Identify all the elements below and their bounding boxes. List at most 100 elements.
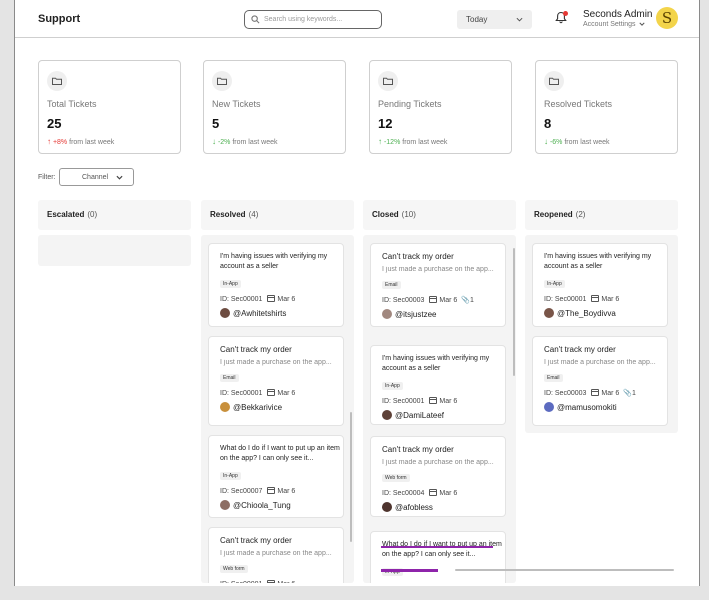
notification-dot [563,11,568,16]
ticket-card[interactable]: Can't track my order I just made a purcha… [370,243,506,327]
stat-value: 25 [47,116,62,131]
calendar-icon [267,487,276,494]
user-handle: @mamusomokiti [557,403,617,412]
filter-label: Filter: [38,174,56,181]
user-avatar [382,410,392,420]
column-header-reopened: Reopened (2) [525,200,678,230]
selection-highlight [381,569,438,572]
stat-change-suffix: from last week [232,139,278,146]
ticket-card[interactable]: I'm having issues with verifying my acco… [532,243,668,327]
channel-tag: In-App [544,280,565,288]
stat-card[interactable]: Resolved Tickets 8 ↓ -6% from last week [535,60,678,154]
column-title: Closed [372,210,399,219]
board-horizontal-scrollbar[interactable] [455,569,674,571]
stat-change: ↓ -6% from last week [544,137,609,146]
ticket-meta: ID: Sec00001 Mar 6 [382,397,505,405]
column-body-reopened: I'm having issues with verifying my acco… [525,235,678,433]
ticket-user: @mamusomokiti [544,402,667,412]
user-handle: @Chioola_Tung [233,501,291,510]
calendar-icon [267,580,276,583]
ticket-meta: ID: Sec00003 Mar 6 📎1 [544,389,667,397]
ticket-title: Can't track my order [382,252,454,261]
trend-arrow-icon: ↓ [544,137,548,146]
stat-value: 5 [212,116,220,131]
stat-card[interactable]: Total Tickets 25 ↑ +8% from last week [38,60,181,154]
support-app: Support Search using keywords... Today S… [14,0,700,586]
ticket-title: Can't track my order [544,345,616,354]
chevron-down-icon [638,22,645,26]
ticket-title: I'm having issues with verifying my acco… [220,253,328,270]
ticket-user: @Chioola_Tung [220,500,343,510]
selection-highlight [381,546,493,548]
closed-scrollbar[interactable] [513,248,515,376]
channel-tag: In-App [382,382,403,390]
ticket-date: Mar 6 [277,488,296,495]
column-header-resolved: Resolved (4) [201,200,354,230]
ticket-card[interactable]: I'm having issues with verifying my acco… [208,243,344,327]
column-title: Reopened [534,210,573,219]
ticket-meta: ID: Sec00001 Mar 6 [220,580,343,583]
channel-filter-label: Channel [82,174,109,181]
channel-tag: Email [382,281,401,289]
user-handle: @Bekkarivice [233,403,283,412]
ticket-meta: ID: Sec00001 Mar 6 [220,389,343,397]
stat-value: 8 [544,116,552,131]
calendar-icon [267,389,276,396]
ticket-date: Mar 6 [439,398,458,405]
notification-bell-icon[interactable] [555,11,568,29]
user-avatar [220,500,230,510]
account-settings-link[interactable]: Account Settings [583,21,645,28]
ticket-preview: I just made a purchase on the app... [220,359,332,366]
avatar[interactable]: S [656,7,678,29]
ticket-card[interactable]: What do I do if I want to put up an item… [208,435,344,518]
channel-tag: In-App [220,472,241,480]
ticket-title: What do I do if I want to put up an item… [382,541,502,558]
stat-change-suffix: from last week [69,139,115,146]
column-count: (0) [87,210,98,219]
calendar-icon [429,397,438,404]
ticket-preview: I just made a purchase on the app... [544,359,656,366]
ticket-card[interactable]: Can't track my order I just made a purcha… [370,436,506,517]
stat-card[interactable]: New Tickets 5 ↓ -2% from last week [203,60,346,154]
ticket-id: ID: Sec00001 [382,398,425,405]
folder-icon [212,71,232,91]
ticket-meta: ID: Sec00001 Mar 6 [220,295,343,303]
user-avatar [544,402,554,412]
channel-tag: Web form [382,474,410,482]
stat-change: ↓ -2% from last week [212,137,277,146]
ticket-user: @afobless [382,502,505,512]
top-header: Support Search using keywords... Today S… [15,0,699,38]
user-avatar [220,402,230,412]
ticket-card[interactable]: Can't track my order I just made a purcha… [208,527,344,583]
trend-arrow-icon: ↑ [47,137,51,146]
search-input[interactable]: Search using keywords... [244,10,382,29]
ticket-card[interactable]: I'm having issues with verifying my acco… [370,345,506,425]
ticket-card[interactable]: Can't track my order I just made a purcha… [532,336,668,426]
ticket-id: ID: Sec00001 [220,390,263,397]
folder-icon [47,71,67,91]
user-avatar [382,309,392,319]
paperclip-icon: 📎 [623,390,632,397]
stat-card[interactable]: Pending Tickets 12 ↑ -12% from last week [369,60,512,154]
ticket-meta: ID: Sec00003 Mar 6 📎1 [382,296,505,304]
ticket-card[interactable]: Can't track my order I just made a purcha… [208,336,344,426]
calendar-icon [429,489,438,496]
ticket-card[interactable]: What do I do if I want to put up an item… [370,531,506,583]
ticket-date: Mar 6 [601,390,620,397]
resolved-scrollbar[interactable] [350,412,352,542]
ticket-date: Mar 6 [439,297,458,304]
ticket-user: @itsjustzee [382,309,505,319]
ticket-meta: ID: Sec00001 Mar 6 [544,295,667,303]
ticket-id: ID: Sec00001 [220,581,262,583]
column-count: (2) [575,210,586,219]
date-filter-dropdown[interactable]: Today [457,10,532,29]
stat-label: New Tickets [212,99,261,109]
channel-filter-dropdown[interactable]: Channel [59,168,134,186]
calendar-icon [591,295,600,302]
channel-tag: In-App [220,280,241,288]
account-settings-label: Account Settings [583,21,636,28]
column-title: Resolved [210,210,246,219]
channel-tag: Email [544,374,563,382]
date-filter-value: Today [466,15,488,24]
user-handle: @The_Boydivva [557,309,616,318]
